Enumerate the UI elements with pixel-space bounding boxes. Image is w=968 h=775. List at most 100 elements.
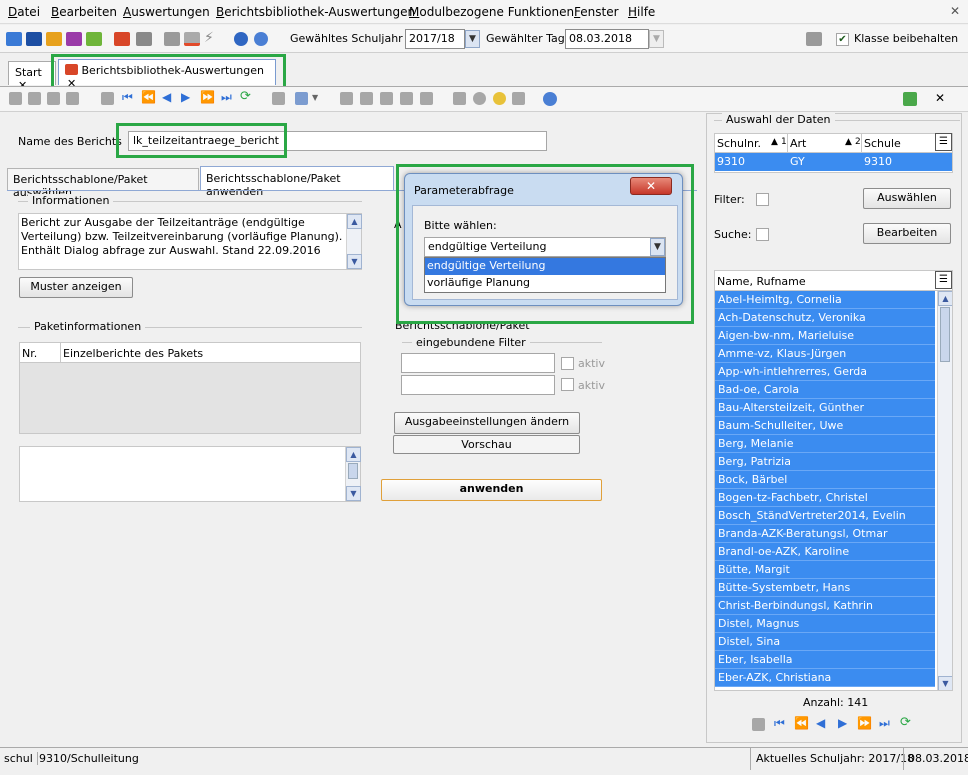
calendar-icon[interactable]	[184, 32, 200, 46]
paste-icon[interactable]	[380, 92, 393, 105]
list-item[interactable]: Berg, Patrizia	[715, 453, 935, 471]
next-page-icon[interactable]: ⏩	[857, 716, 872, 730]
list-item[interactable]: Bosch_StändVertreter2014, Evelin	[715, 507, 935, 525]
auswaehlen-button[interactable]: Auswählen	[863, 188, 951, 209]
scroll-up-icon[interactable]: ▲	[938, 291, 952, 306]
cut-icon[interactable]	[340, 92, 353, 105]
list-item[interactable]: Christ-Berbindungsl, Kathrin	[715, 597, 935, 615]
menu-modulbezogene-funktionen[interactable]: Modulbezogene Funktionen	[409, 5, 574, 19]
list-item[interactable]: Eber-AZK, Christiana	[715, 669, 935, 687]
copy-icon[interactable]	[66, 92, 79, 105]
list-item[interactable]: Amme-vz, Klaus-Jürgen	[715, 345, 935, 363]
help-icon[interactable]	[254, 32, 268, 46]
klasse-checkbox[interactable]: ✔	[836, 33, 849, 46]
sync-icon[interactable]	[903, 92, 917, 106]
schuljahr-select[interactable]: 2017/18	[405, 29, 465, 49]
school-row[interactable]: 9310 GY 9310	[715, 153, 952, 171]
col-art[interactable]: Art	[790, 137, 806, 150]
next-icon[interactable]: ▶	[838, 716, 847, 730]
list-item[interactable]: Bock, Bärbel	[715, 471, 935, 489]
back-arrow-icon[interactable]	[272, 92, 285, 105]
list-item[interactable]: Bütte, Margit	[715, 561, 935, 579]
scroll-up-icon[interactable]: ▲	[347, 214, 362, 229]
list-item[interactable]: Distel, Sina	[715, 633, 935, 651]
list-item[interactable]: Bad-oe, Carola	[715, 381, 935, 399]
last-icon[interactable]: ⏭	[879, 716, 890, 731]
scroll-up-icon[interactable]: ▲	[346, 447, 361, 462]
copy-icon[interactable]	[360, 92, 373, 105]
tab-start[interactable]: Start ✕	[8, 61, 56, 92]
menu-auswertungen[interactable]: Auswertungen	[123, 5, 210, 19]
close-icon[interactable]: ✕	[935, 91, 945, 105]
document-icon[interactable]	[295, 92, 308, 105]
scroll-down-icon[interactable]: ▼	[346, 486, 361, 501]
list-item[interactable]: Branda-AZK-Beratungsl, Otmar	[715, 525, 935, 543]
notes-scrollbar[interactable]: ▲ ▼	[345, 447, 361, 501]
window-close-icon[interactable]: ✕	[950, 4, 960, 18]
next-icon[interactable]: ▶	[181, 90, 194, 104]
new-icon[interactable]	[752, 718, 765, 731]
col-schule[interactable]: Schule	[864, 137, 901, 150]
new-icon[interactable]	[101, 92, 114, 105]
undo-icon[interactable]	[28, 92, 41, 105]
delete-icon[interactable]	[47, 92, 60, 105]
refresh-icon[interactable]: ⟳	[240, 89, 253, 104]
list-item[interactable]: Baum-Schulleiter, Uwe	[715, 417, 935, 435]
aktiv-checkbox-1[interactable]	[561, 357, 574, 370]
print-icon[interactable]	[806, 32, 822, 46]
list-item[interactable]: Ach-Datenschutz, Veronika	[715, 309, 935, 327]
chevron-down-icon[interactable]: ▼	[465, 30, 480, 48]
tab-paket-auswaehlen[interactable]: Berichtsschablone/Paket auswählen	[7, 168, 199, 199]
column-chooser-icon[interactable]: ☰	[935, 133, 952, 151]
chevron-down-icon[interactable]: ▼	[649, 30, 664, 48]
info-textarea[interactable]: Bericht zur Ausgabe der Teilzeitanträge …	[18, 213, 362, 270]
scroll-thumb[interactable]	[940, 307, 950, 362]
calculator-icon[interactable]	[136, 32, 152, 46]
filter-field-1[interactable]	[401, 353, 555, 373]
chevron-down-icon[interactable]: ▼	[312, 93, 318, 102]
filter-field-2[interactable]	[401, 375, 555, 395]
info-scrollbar[interactable]: ▲ ▼	[346, 214, 362, 269]
book-icon[interactable]	[114, 32, 130, 46]
suche-checkbox[interactable]	[756, 228, 769, 241]
eraser-icon[interactable]	[512, 92, 525, 105]
list-item[interactable]: Aigen-bw-nm, Marieluise	[715, 327, 935, 345]
people-icon[interactable]	[46, 32, 62, 46]
list-item[interactable]: Bogen-tz-Fachbetr, Christel	[715, 489, 935, 507]
clipboard-icon[interactable]	[400, 92, 413, 105]
scroll-down-icon[interactable]: ▼	[938, 676, 952, 690]
paket-notes-textarea[interactable]: ▲ ▼	[19, 446, 361, 502]
stamp-icon[interactable]	[420, 92, 433, 105]
module-icon-4[interactable]	[66, 32, 82, 46]
list-item[interactable]: Bütte-Systembetr, Hans	[715, 579, 935, 597]
prev-page-icon[interactable]: ⏪	[794, 716, 809, 730]
list-item[interactable]: Bau-Altersteilzeit, Günther	[715, 399, 935, 417]
list-item[interactable]: Berg, Melanie	[715, 435, 935, 453]
menu-bearbeiten[interactable]: Bearbeiten	[51, 5, 117, 19]
list-item[interactable]: App-wh-intlehrerres, Gerda	[715, 363, 935, 381]
list-item[interactable]: Eber, Isabella	[715, 651, 935, 669]
aktiv-checkbox-2[interactable]	[561, 378, 574, 391]
module-icon-2[interactable]	[26, 32, 42, 46]
menu-fenster[interactable]: Fenster	[574, 5, 619, 19]
save-icon[interactable]	[9, 92, 22, 105]
help-icon[interactable]	[543, 92, 557, 106]
chat-icon[interactable]	[86, 32, 102, 46]
module-icon-1[interactable]	[6, 32, 22, 46]
last-icon[interactable]: ⏭	[221, 90, 234, 104]
menu-datei[interactable]: Datei	[8, 5, 40, 19]
filter-checkbox[interactable]	[756, 193, 769, 206]
col-schulnr[interactable]: Schulnr.	[717, 137, 761, 150]
next-page-icon[interactable]: ⏩	[200, 90, 215, 104]
first-icon[interactable]: ⏮	[774, 716, 785, 731]
names-scrollbar[interactable]: ▲ ▼	[937, 291, 952, 690]
tag-date-field[interactable]: 08.03.2018	[565, 29, 649, 49]
menu-berichtsbibliothek[interactable]: Berichtsbibliothek-Auswertungen	[216, 5, 415, 19]
scroll-down-icon[interactable]: ▼	[347, 254, 362, 269]
circle-icon[interactable]	[473, 92, 486, 105]
anwenden-button[interactable]: anwenden	[381, 479, 602, 501]
prev-icon[interactable]: ◀	[816, 716, 825, 730]
list-item[interactable]: Distel, Magnus	[715, 615, 935, 633]
muster-anzeigen-button[interactable]: Muster anzeigen	[19, 277, 133, 298]
printer-icon[interactable]	[453, 92, 466, 105]
